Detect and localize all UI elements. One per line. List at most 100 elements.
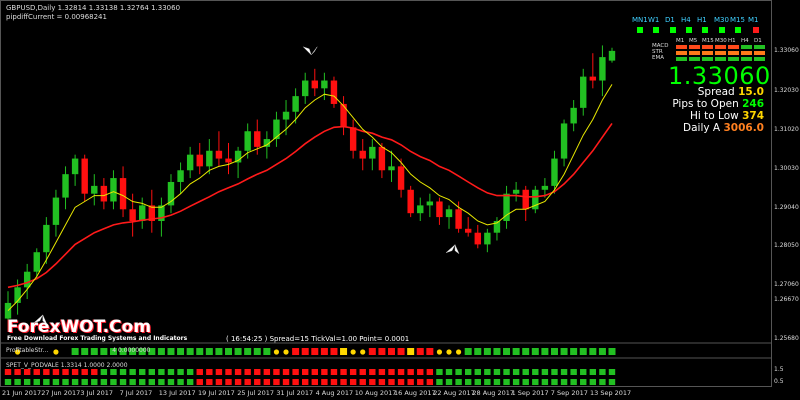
signal-square (167, 348, 175, 355)
candle (608, 47, 616, 63)
trend-square (474, 369, 481, 375)
signal-square (541, 348, 549, 355)
signal-square (234, 348, 242, 355)
signal-square (570, 348, 578, 355)
trend-square (119, 369, 127, 375)
pips-open-label: Pips to Open (672, 98, 739, 110)
trend-square (225, 369, 232, 375)
trend-square (158, 379, 165, 385)
candle (110, 170, 117, 210)
trend-square (177, 369, 184, 375)
matrix-col-label: M30 (715, 38, 727, 44)
spread-value: 15.0 (738, 86, 764, 98)
trend-square (445, 379, 453, 385)
trend-square (349, 369, 357, 375)
signal-dot (350, 349, 356, 355)
candle (139, 197, 146, 229)
trend-square (52, 379, 60, 385)
trend-square (110, 369, 117, 375)
candle (196, 142, 203, 175)
hi-low-row: Hi to Low 374 (690, 110, 764, 122)
matrix-cell (754, 51, 765, 55)
signal-square (560, 348, 568, 355)
info-line: ( 16:54:25 ) Spread=15 TickVal=1.00 Poin… (226, 335, 410, 343)
x-axis-label: 13 Jul 2017 (158, 389, 196, 397)
y-axis-label: 1.28050 (774, 242, 799, 250)
candle (570, 100, 577, 132)
trend-square (254, 379, 261, 385)
trend-square (464, 369, 472, 375)
trend-square (91, 379, 98, 385)
signal-square (340, 348, 348, 355)
trend-square (282, 369, 290, 375)
trend-square (23, 379, 31, 385)
candle (148, 189, 156, 233)
trend-square (33, 379, 40, 385)
signal-square (474, 348, 482, 355)
candle (311, 68, 318, 97)
pip-diff-label: pipdiffCurrent = 0.00968241 (6, 13, 107, 21)
trend-square (196, 369, 203, 375)
trend-square (139, 379, 146, 385)
candle (119, 166, 127, 218)
signal-arrow-icon (445, 244, 460, 255)
signal-square (186, 348, 194, 355)
signal-square (378, 348, 386, 355)
trend-square (263, 369, 271, 375)
matrix-col-label: M1 (676, 38, 685, 44)
x-axis-label: 16 Aug 2017 (394, 389, 436, 397)
candle (225, 142, 232, 175)
signal-square (311, 348, 319, 355)
matrix-cell (741, 51, 752, 55)
trend-square (81, 379, 88, 385)
candle (330, 76, 338, 108)
matrix-row-label: EMA (652, 55, 664, 61)
trend-square (359, 369, 366, 375)
trend-square (302, 379, 309, 385)
y-axis-label: 1.32030 (774, 87, 799, 95)
trend-square (560, 369, 568, 375)
timeframe-label: D1 (665, 16, 675, 24)
y-axis-label: 1.26670 (774, 296, 799, 304)
daily-range-row: Daily A 3006.0 (683, 122, 764, 134)
trend-square (407, 379, 414, 385)
trend-square (282, 379, 290, 385)
trend-square (302, 369, 309, 375)
trend-square (426, 369, 434, 375)
timeframe-label: M30 (714, 16, 729, 24)
trend-square (474, 379, 481, 385)
signal-square (531, 348, 539, 355)
signal-square (253, 348, 261, 355)
trend-square (196, 379, 203, 385)
watermark-tagline: Free Download Forex Trading Systems and … (7, 335, 188, 342)
trend-square (349, 379, 357, 385)
candle (359, 139, 366, 171)
candle (100, 178, 108, 210)
trend-square (167, 369, 175, 375)
trend-square (484, 369, 491, 375)
candle (177, 162, 184, 194)
trend-square (369, 379, 376, 385)
trend-square (206, 369, 213, 375)
signal-dot (273, 349, 280, 355)
matrix-cell (728, 57, 739, 61)
candle (464, 217, 472, 237)
candle (292, 88, 299, 124)
candle (369, 139, 376, 171)
trend-square (254, 369, 261, 375)
x-axis-label: 28 Aug 2017 (472, 389, 515, 397)
trend-square (570, 369, 577, 375)
trend-square (388, 369, 395, 375)
trend-square (551, 379, 558, 385)
timeframe-label: M15 (730, 16, 745, 24)
trend-square (273, 379, 280, 385)
indicator-2-label: SPET_V_PODVALE 1.3314 1.0000 2.0000 (6, 362, 128, 369)
trend-square (493, 369, 501, 375)
y-axis-label: 1.25680 (774, 334, 799, 342)
trend-square (129, 379, 136, 385)
matrix-cell (728, 51, 739, 55)
x-axis-label: 19 Jul 2017 (198, 389, 235, 397)
trend-square (311, 369, 318, 375)
candle (512, 181, 520, 202)
trend-square (455, 369, 462, 375)
